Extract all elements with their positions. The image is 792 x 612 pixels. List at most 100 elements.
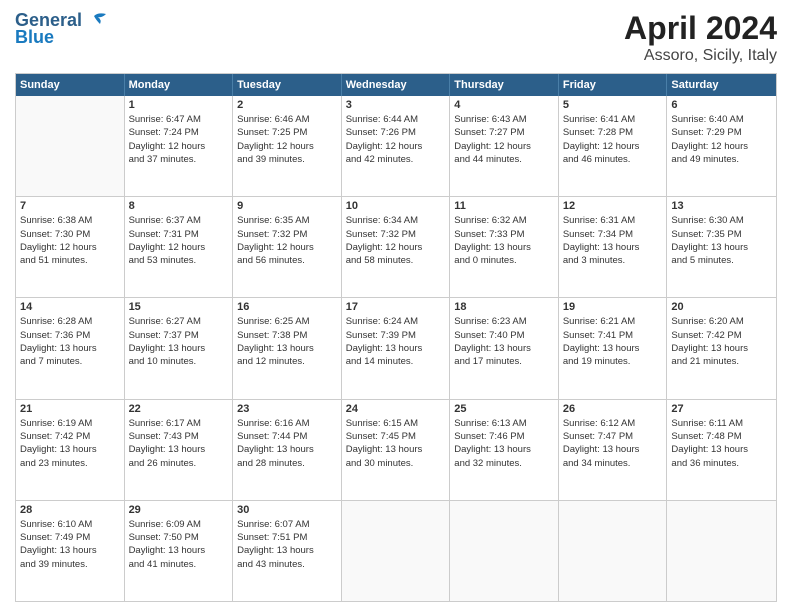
cell-info-line: and 56 minutes. [237, 254, 337, 267]
cell-info-line: Daylight: 12 hours [20, 241, 120, 254]
cell-info-line: Daylight: 13 hours [563, 443, 663, 456]
day-number: 3 [346, 99, 446, 111]
cell-info-line: Sunrise: 6:41 AM [563, 113, 663, 126]
cell-info-line: and 12 minutes. [237, 355, 337, 368]
cell-info-line: Sunset: 7:30 PM [20, 228, 120, 241]
cell-info-line: Daylight: 13 hours [20, 544, 120, 557]
cell-info-line: and 0 minutes. [454, 254, 554, 267]
calendar-cell: 13Sunrise: 6:30 AMSunset: 7:35 PMDayligh… [667, 197, 776, 297]
cell-info-line: and 7 minutes. [20, 355, 120, 368]
day-number: 8 [129, 200, 229, 212]
cell-info-line: Daylight: 13 hours [237, 443, 337, 456]
cell-info-line: Sunrise: 6:07 AM [237, 518, 337, 531]
cell-info-line: Daylight: 13 hours [237, 544, 337, 557]
day-number: 11 [454, 200, 554, 212]
cell-info-line: Daylight: 13 hours [671, 342, 772, 355]
cell-info-line: Daylight: 13 hours [129, 342, 229, 355]
cell-info-line: Sunrise: 6:11 AM [671, 417, 772, 430]
calendar-cell: 1Sunrise: 6:47 AMSunset: 7:24 PMDaylight… [125, 96, 234, 196]
calendar: SundayMondayTuesdayWednesdayThursdayFrid… [15, 73, 777, 602]
cell-info-line: Sunrise: 6:28 AM [20, 315, 120, 328]
cell-info-line: Sunrise: 6:12 AM [563, 417, 663, 430]
cell-info-line: Daylight: 12 hours [346, 140, 446, 153]
cell-info-line: and 32 minutes. [454, 457, 554, 470]
cell-info-line: and 34 minutes. [563, 457, 663, 470]
day-number: 29 [129, 504, 229, 516]
cell-info-line: and 3 minutes. [563, 254, 663, 267]
calendar-cell: 9Sunrise: 6:35 AMSunset: 7:32 PMDaylight… [233, 197, 342, 297]
calendar-cell: 18Sunrise: 6:23 AMSunset: 7:40 PMDayligh… [450, 298, 559, 398]
cell-info-line: Sunset: 7:50 PM [129, 531, 229, 544]
cell-info-line: Daylight: 12 hours [129, 140, 229, 153]
calendar-day-header: Thursday [450, 74, 559, 96]
calendar-day-header: Friday [559, 74, 668, 96]
calendar-cell: 4Sunrise: 6:43 AMSunset: 7:27 PMDaylight… [450, 96, 559, 196]
calendar-cell: 10Sunrise: 6:34 AMSunset: 7:32 PMDayligh… [342, 197, 451, 297]
cell-info-line: Daylight: 12 hours [671, 140, 772, 153]
cell-info-line: and 17 minutes. [454, 355, 554, 368]
cell-info-line: and 42 minutes. [346, 153, 446, 166]
day-number: 1 [129, 99, 229, 111]
cell-info-line: Daylight: 13 hours [454, 241, 554, 254]
day-number: 14 [20, 301, 120, 313]
day-number: 30 [237, 504, 337, 516]
cell-info-line: Sunset: 7:39 PM [346, 329, 446, 342]
cell-info-line: Sunset: 7:33 PM [454, 228, 554, 241]
cell-info-line: Sunset: 7:36 PM [20, 329, 120, 342]
calendar-cell: 28Sunrise: 6:10 AMSunset: 7:49 PMDayligh… [16, 501, 125, 601]
cell-info-line: Sunset: 7:24 PM [129, 126, 229, 139]
cell-info-line: Sunrise: 6:38 AM [20, 214, 120, 227]
calendar-header: SundayMondayTuesdayWednesdayThursdayFrid… [16, 74, 776, 96]
calendar-row: 21Sunrise: 6:19 AMSunset: 7:42 PMDayligh… [16, 400, 776, 501]
cell-info-line: Sunrise: 6:19 AM [20, 417, 120, 430]
calendar-day-header: Monday [125, 74, 234, 96]
cell-info-line: Sunrise: 6:30 AM [671, 214, 772, 227]
calendar-cell: 14 Sunrise: 6:28 AMSunset: 7:36 PMDayligh… [16, 298, 125, 398]
cell-info-line: Sunset: 7:44 PM [237, 430, 337, 443]
cell-info-line: Daylight: 13 hours [346, 443, 446, 456]
calendar-cell [450, 501, 559, 601]
cell-info-line: Sunrise: 6:24 AM [346, 315, 446, 328]
cell-info-line: Sunrise: 6:15 AM [346, 417, 446, 430]
calendar-cell: 26Sunrise: 6:12 AMSunset: 7:47 PMDayligh… [559, 400, 668, 500]
calendar-day-header: Sunday [16, 74, 125, 96]
logo: General Blue [15, 10, 106, 48]
cell-info-line: and 44 minutes. [454, 153, 554, 166]
cell-info-line: and 23 minutes. [20, 457, 120, 470]
calendar-cell: 16Sunrise: 6:25 AMSunset: 7:38 PMDayligh… [233, 298, 342, 398]
cell-info-line: Sunrise: 6:09 AM [129, 518, 229, 531]
cell-info-line: Sunrise: 6:40 AM [671, 113, 772, 126]
calendar-row: 1Sunrise: 6:47 AMSunset: 7:24 PMDaylight… [16, 96, 776, 197]
calendar-cell: 23Sunrise: 6:16 AMSunset: 7:44 PMDayligh… [233, 400, 342, 500]
day-number: 6 [671, 99, 772, 111]
cell-info-line: Sunset: 7:37 PM [129, 329, 229, 342]
calendar-cell: 30Sunrise: 6:07 AMSunset: 7:51 PMDayligh… [233, 501, 342, 601]
calendar-cell: 2Sunrise: 6:46 AMSunset: 7:25 PMDaylight… [233, 96, 342, 196]
cell-info-line: Sunset: 7:34 PM [563, 228, 663, 241]
day-number: 22 [129, 403, 229, 415]
calendar-cell: 7Sunrise: 6:38 AMSunset: 7:30 PMDaylight… [16, 197, 125, 297]
cell-info-line: and 30 minutes. [346, 457, 446, 470]
day-number: 15 [129, 301, 229, 313]
cell-info-line: and 39 minutes. [20, 558, 120, 571]
cell-info-line: Sunset: 7:28 PM [563, 126, 663, 139]
calendar-cell: 11Sunrise: 6:32 AMSunset: 7:33 PMDayligh… [450, 197, 559, 297]
cell-info-line: Sunset: 7:27 PM [454, 126, 554, 139]
cell-info-line: Sunset: 7:42 PM [20, 430, 120, 443]
day-number: 23 [237, 403, 337, 415]
cell-info-line: Daylight: 13 hours [237, 342, 337, 355]
calendar-cell: 17Sunrise: 6:24 AMSunset: 7:39 PMDayligh… [342, 298, 451, 398]
cell-info-line: Daylight: 13 hours [454, 443, 554, 456]
calendar-cell: 12Sunrise: 6:31 AMSunset: 7:34 PMDayligh… [559, 197, 668, 297]
cell-info-line: and 51 minutes. [20, 254, 120, 267]
cell-info-line: and 53 minutes. [129, 254, 229, 267]
cell-info-line: Sunset: 7:49 PM [20, 531, 120, 544]
cell-info-line: Daylight: 13 hours [20, 342, 120, 355]
calendar-cell: 22Sunrise: 6:17 AMSunset: 7:43 PMDayligh… [125, 400, 234, 500]
calendar-cell: 5Sunrise: 6:41 AMSunset: 7:28 PMDaylight… [559, 96, 668, 196]
logo-bird-icon [84, 12, 106, 30]
calendar-cell: 6Sunrise: 6:40 AMSunset: 7:29 PMDaylight… [667, 96, 776, 196]
cell-info-line: Sunset: 7:41 PM [563, 329, 663, 342]
calendar-cell [16, 96, 125, 196]
cell-info-line: Sunrise: 6:10 AM [20, 518, 120, 531]
